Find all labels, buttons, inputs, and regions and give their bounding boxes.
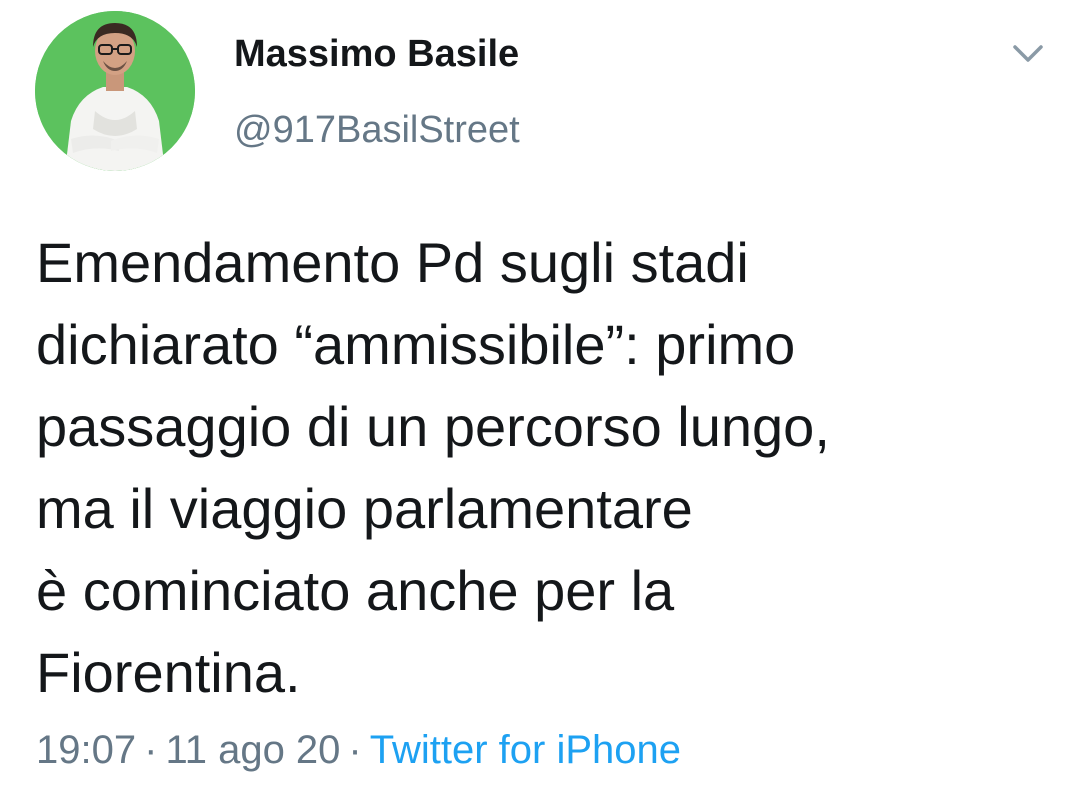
author-handle[interactable]: @917BasilStreet — [234, 109, 520, 152]
avatar-photo — [35, 11, 195, 171]
avatar[interactable] — [35, 11, 195, 171]
tweet-source-link[interactable]: Twitter for iPhone — [370, 728, 681, 772]
tweet-card: Massimo Basile @917BasilStreet Emendamen… — [0, 0, 1077, 810]
tweet-text: Emendamento Pd sugli stadi dichiarato “a… — [36, 231, 830, 704]
tweet-meta: 19:07 · 11 ago 20 · Twitter for iPhone — [36, 728, 681, 773]
author-name[interactable]: Massimo Basile — [234, 33, 519, 76]
tweet-time[interactable]: 19:07 — [36, 728, 136, 772]
tweet-date[interactable]: 11 ago 20 — [165, 728, 340, 772]
meta-separator: · — [348, 728, 362, 772]
chevron-down-icon[interactable] — [1008, 38, 1048, 70]
meta-separator: · — [144, 728, 158, 772]
